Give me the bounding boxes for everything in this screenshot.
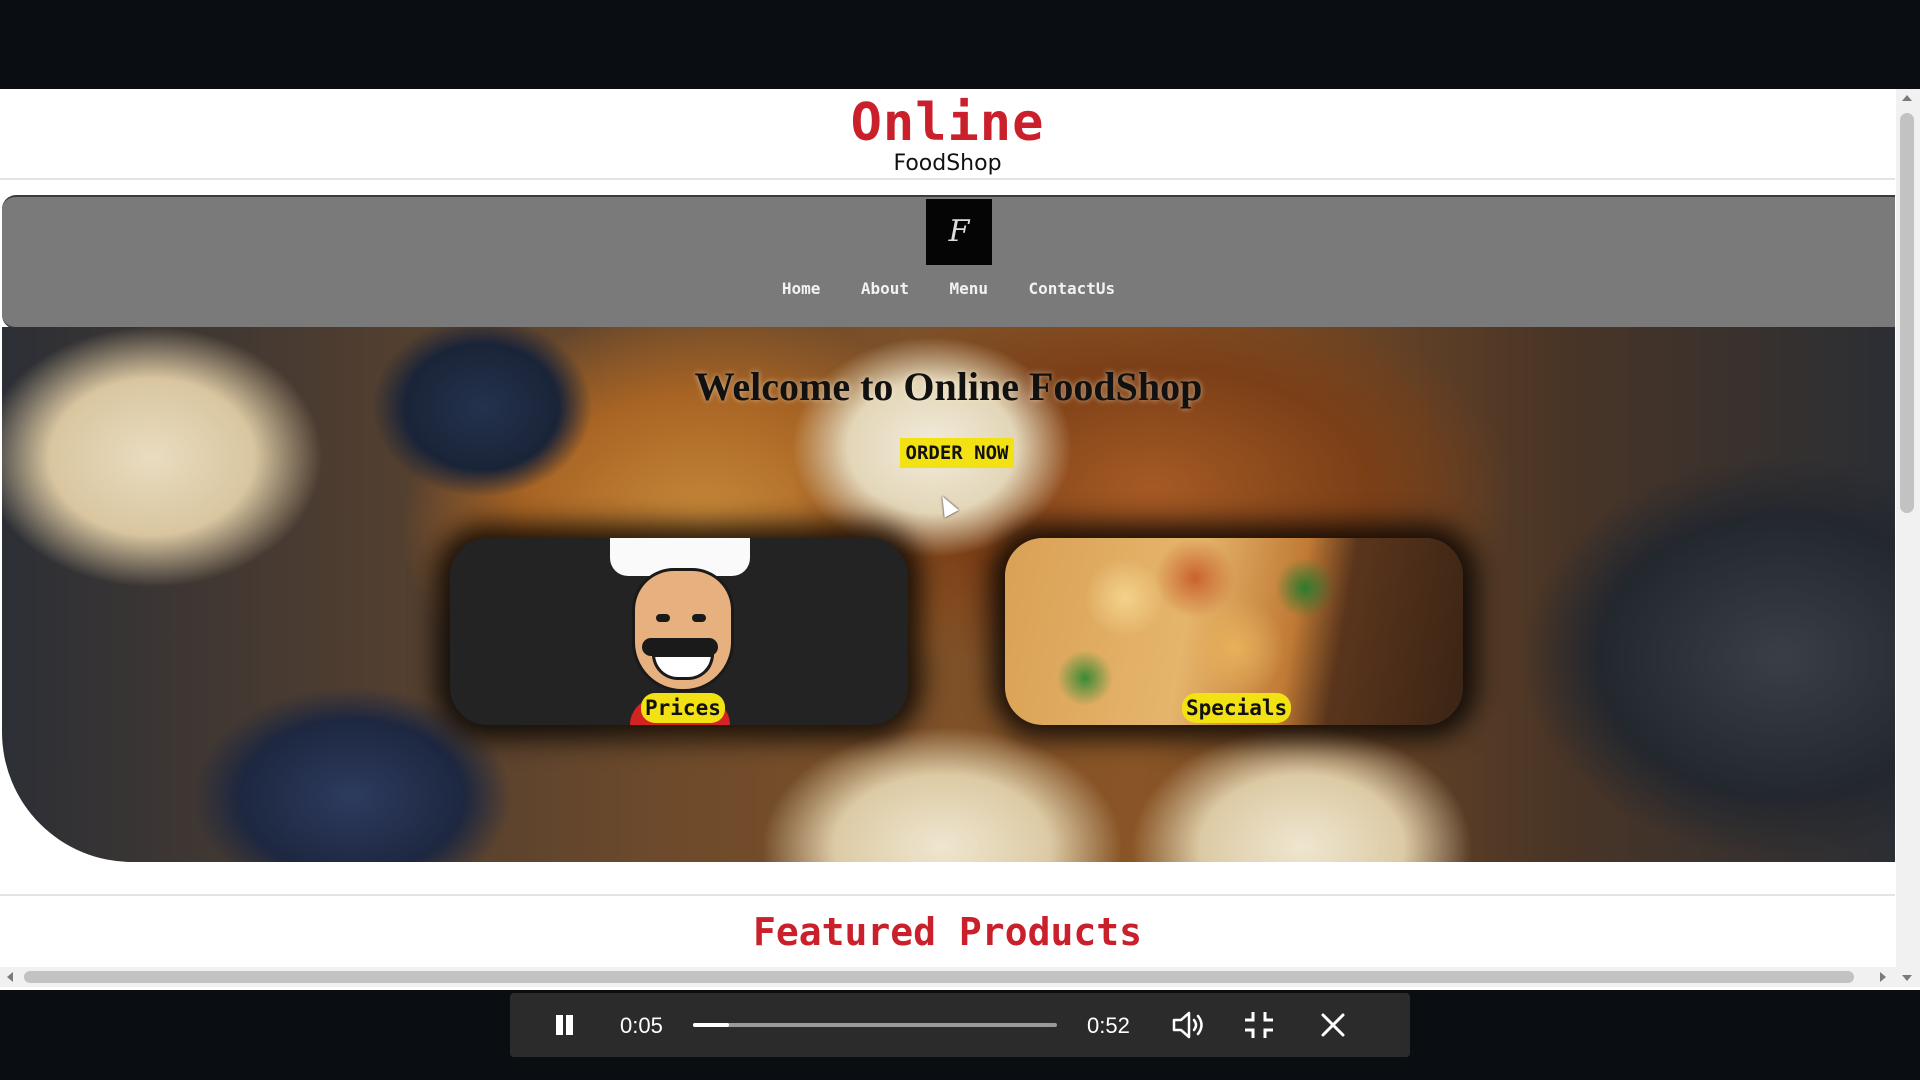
site-header: Online FoodShop: [0, 89, 1895, 180]
nav-link-contact[interactable]: ContactUs: [1028, 279, 1115, 298]
horizontal-scroll-thumb[interactable]: [24, 971, 1854, 983]
video-bottom-bar: 0:05 0:52: [0, 990, 1920, 1080]
exit-fullscreen-icon[interactable]: [1242, 1009, 1276, 1041]
vertical-scroll-thumb[interactable]: [1900, 113, 1914, 513]
video-top-bar: [0, 0, 1920, 89]
prices-card[interactable]: Prices: [450, 538, 908, 725]
scroll-left-arrow-icon[interactable]: [7, 972, 13, 982]
brand-subtitle: FoodShop: [893, 151, 1002, 176]
webpage-viewport: Online FoodShop F Home About Menu Contac…: [0, 89, 1920, 990]
scroll-right-arrow-icon[interactable]: [1880, 972, 1886, 982]
navbar: F Home About Menu ContactUs: [2, 195, 1895, 329]
hero-title: Welcome to Online FoodShop: [694, 364, 1203, 409]
chef-eye-right: [692, 614, 706, 622]
nav-link-menu[interactable]: Menu: [949, 279, 988, 298]
specials-label[interactable]: Specials: [1182, 693, 1292, 723]
hero-banner: Welcome to Online FoodShop ORDER NOW Pri…: [2, 327, 1895, 862]
progress-fill: [693, 1023, 730, 1027]
chef-eye-left: [656, 614, 670, 622]
progress-bar[interactable]: [693, 1023, 1057, 1027]
mouse-cursor-icon: [935, 492, 959, 518]
scroll-up-arrow-icon[interactable]: [1902, 95, 1912, 101]
scroll-down-arrow-icon[interactable]: [1902, 975, 1912, 981]
vertical-scrollbar[interactable]: [1896, 89, 1920, 987]
featured-title: Featured Products: [753, 910, 1142, 954]
volume-icon[interactable]: [1170, 1009, 1210, 1041]
nav-link-about[interactable]: About: [861, 279, 909, 298]
nav-link-home[interactable]: Home: [782, 279, 821, 298]
nav-links: Home About Menu ContactUs: [2, 279, 1895, 299]
site-logo[interactable]: F: [926, 199, 992, 265]
total-time: 0:52: [1087, 1013, 1130, 1038]
order-now-button[interactable]: ORDER NOW: [900, 438, 1014, 468]
current-time: 0:05: [620, 1013, 663, 1038]
video-player-controls: 0:05 0:52: [510, 993, 1410, 1057]
specials-card[interactable]: Specials: [1005, 538, 1463, 725]
brand-title: Online: [850, 93, 1045, 153]
horizontal-scrollbar[interactable]: [0, 967, 1896, 987]
pause-icon[interactable]: [554, 1013, 576, 1037]
close-icon[interactable]: [1318, 1009, 1348, 1041]
prices-label[interactable]: Prices: [641, 693, 725, 723]
